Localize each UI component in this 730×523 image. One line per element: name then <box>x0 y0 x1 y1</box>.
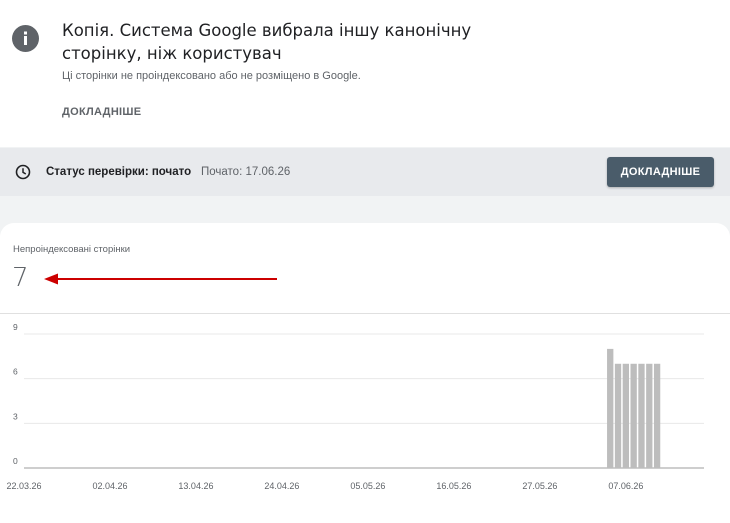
y-tick-label: 9 <box>13 322 18 332</box>
x-tick-label: 27.05.26 <box>522 481 557 491</box>
y-tick-label: 0 <box>13 456 18 466</box>
x-tick-label: 24.04.26 <box>264 481 299 491</box>
chart-bar <box>622 363 629 468</box>
chart-bar <box>653 363 661 468</box>
x-tick-label: 02.04.26 <box>92 481 127 491</box>
x-tick-label: 16.05.26 <box>436 481 471 491</box>
x-tick-label: 13.04.26 <box>178 481 213 491</box>
y-tick-label: 6 <box>13 367 18 377</box>
x-tick-label: 07.06.26 <box>608 481 643 491</box>
x-tick-label: 05.05.26 <box>350 481 385 491</box>
chart-bar <box>614 363 622 468</box>
y-tick-label: 3 <box>13 411 18 421</box>
x-tick-label: 22.03.26 <box>6 481 41 491</box>
chart-bar <box>646 363 653 468</box>
chart-bar <box>638 363 645 468</box>
chart-area: 0 3 6 9 22.03.26 02.04.26 13.04.26 24.04.26 05.0… <box>6 322 704 491</box>
chart-bar <box>607 348 614 468</box>
chart-bar <box>630 363 637 468</box>
